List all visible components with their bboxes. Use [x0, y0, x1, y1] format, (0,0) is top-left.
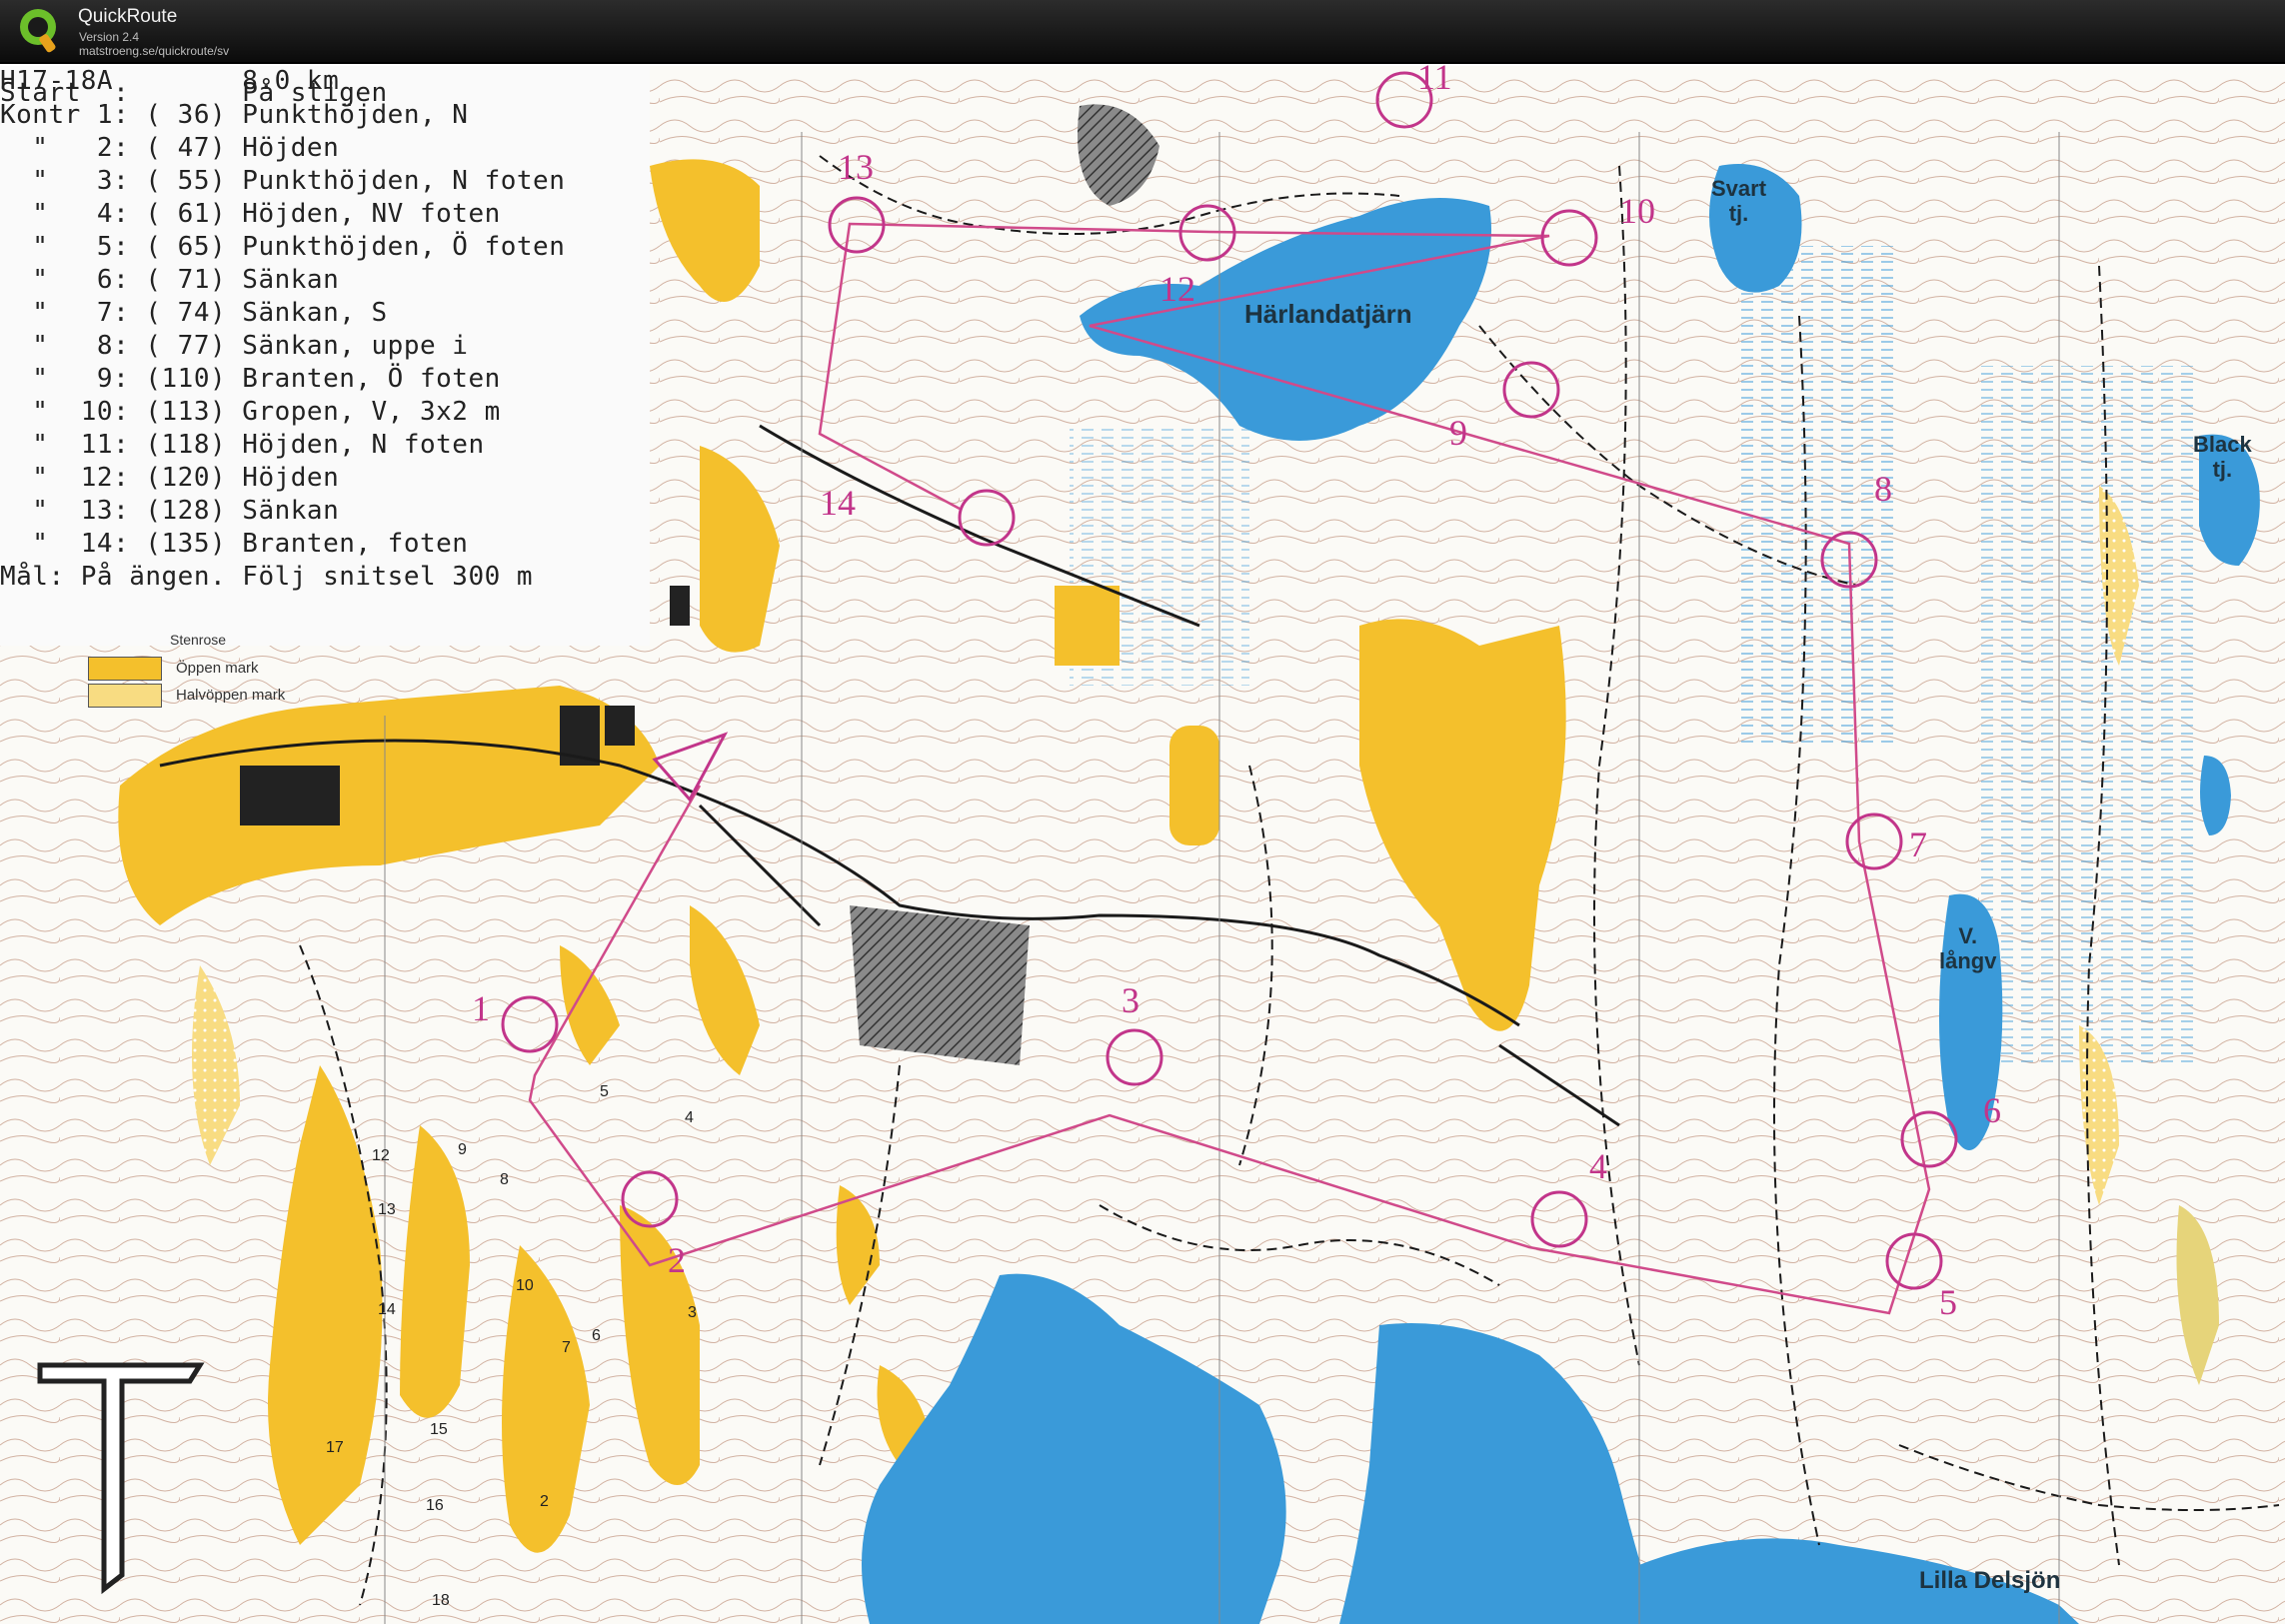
control-desc-7: " 7: ( 74) Sänkan, S	[0, 298, 388, 328]
control-label-11: 11	[1417, 57, 1452, 97]
area-number: 18	[432, 1592, 450, 1609]
control-desc-10: " 10: (113) Gropen, V, 3x2 m	[0, 397, 501, 427]
app-url[interactable]: matstroeng.se/quickroute/sv	[79, 44, 229, 58]
control-desc-14: " 14: (135) Branten, foten	[0, 529, 469, 559]
area-number: 15	[430, 1421, 448, 1438]
control-label-9: 9	[1449, 413, 1467, 453]
lake-label-harlandatjarn: Härlandatjärn	[1244, 299, 1412, 329]
area-number: 13	[378, 1201, 396, 1218]
area-number: 9	[458, 1141, 467, 1158]
control-label-2: 2	[668, 1240, 686, 1280]
course-description: H17-18A 8.0 km Start : På stigen Kontr 1…	[0, 66, 650, 646]
control-desc-6: " 6: ( 71) Sänkan	[0, 265, 340, 295]
app-title: QuickRoute	[78, 6, 178, 27]
control-desc-1: Kontr 1: ( 36) Punkthöjden, N	[0, 100, 469, 130]
control-label-14: 14	[820, 483, 856, 523]
control-desc-12: " 12: (120) Höjden	[0, 463, 340, 493]
control-label-8: 8	[1874, 469, 1892, 509]
app-version: Version 2.4	[79, 30, 140, 44]
legend-title: Stenrose	[170, 632, 227, 648]
title-bar: QuickRoute Version 2.4 matstroeng.se/qui…	[0, 0, 2285, 64]
control-desc-4: " 4: ( 61) Höjden, NV foten	[0, 199, 501, 229]
control-label-6: 6	[1983, 1090, 2001, 1130]
control-desc-13: " 13: (128) Sänkan	[0, 496, 340, 526]
control-desc-11: " 11: (118) Höjden, N foten	[0, 430, 485, 460]
area-number: 8	[500, 1171, 509, 1188]
control-label-5: 5	[1939, 1282, 1957, 1322]
area-number: 6	[592, 1327, 601, 1344]
legend-label-semi-open: Halvöppen mark	[176, 687, 286, 704]
quickroute-logo-icon	[20, 9, 56, 53]
legend-swatch-open	[88, 657, 162, 681]
course-finish: Mål: På ängen. Följ snitsel 300 m	[0, 562, 534, 592]
area-number: 4	[685, 1109, 694, 1126]
area-number: 16	[426, 1497, 444, 1514]
lake-label-lilla-delsjon: Lilla Delsjön	[1919, 1567, 2061, 1594]
area-number: 12	[372, 1147, 390, 1164]
area-number: 3	[688, 1304, 697, 1321]
area-number: 14	[378, 1301, 396, 1318]
area-number: 2	[540, 1493, 549, 1510]
area-number: 7	[562, 1339, 571, 1356]
legend-label-open: Öppen mark	[176, 660, 259, 677]
control-desc-8: " 8: ( 77) Sänkan, uppe i	[0, 331, 469, 361]
control-label-4: 4	[1589, 1146, 1607, 1186]
control-label-3: 3	[1122, 980, 1140, 1020]
control-label-12: 12	[1159, 269, 1195, 309]
control-label-7: 7	[1909, 824, 1927, 864]
control-label-1: 1	[472, 988, 490, 1028]
area-number: 5	[600, 1083, 609, 1100]
lake-label-black: Black tj.	[2193, 432, 2252, 483]
lake-label-langv: V. långv	[1939, 923, 1997, 974]
control-desc-9: " 9: (110) Branten, Ö foten	[0, 364, 501, 394]
control-label-13: 13	[838, 147, 874, 187]
area-number: 17	[326, 1439, 344, 1456]
legend-swatch-semi-open	[88, 684, 162, 708]
area-number: 10	[516, 1277, 534, 1294]
control-label-10: 10	[1619, 191, 1655, 231]
lake-label-svart: Svart tj.	[1711, 176, 1767, 227]
control-desc-2: " 2: ( 47) Höjden	[0, 133, 340, 163]
control-desc-5: " 5: ( 65) Punkthöjden, Ö foten	[0, 232, 566, 262]
control-desc-3: " 3: ( 55) Punkthöjden, N foten	[0, 166, 566, 196]
